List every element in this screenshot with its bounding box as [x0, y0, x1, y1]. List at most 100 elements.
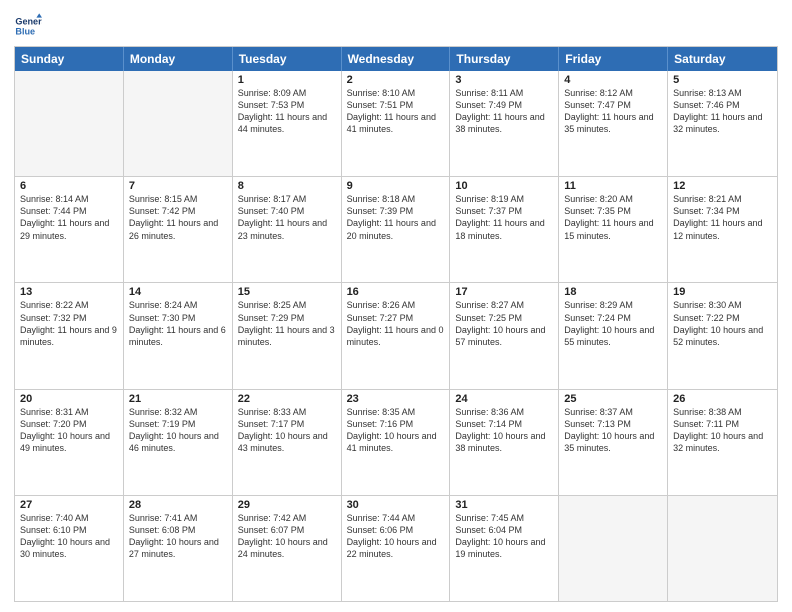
- calendar-cell: 14Sunrise: 8:24 AM Sunset: 7:30 PM Dayli…: [124, 283, 233, 388]
- day-number: 7: [129, 180, 227, 192]
- calendar-cell: 22Sunrise: 8:33 AM Sunset: 7:17 PM Dayli…: [233, 390, 342, 495]
- day-number: 3: [455, 74, 553, 86]
- logo: General Blue: [14, 12, 44, 40]
- day-number: 19: [673, 286, 772, 298]
- cell-content: Sunrise: 8:10 AM Sunset: 7:51 PM Dayligh…: [347, 87, 445, 136]
- day-header-monday: Monday: [124, 47, 233, 71]
- calendar-cell: [668, 496, 777, 601]
- calendar-week-3: 13Sunrise: 8:22 AM Sunset: 7:32 PM Dayli…: [15, 283, 777, 389]
- calendar-cell: 20Sunrise: 8:31 AM Sunset: 7:20 PM Dayli…: [15, 390, 124, 495]
- cell-content: Sunrise: 8:33 AM Sunset: 7:17 PM Dayligh…: [238, 406, 336, 455]
- cell-content: Sunrise: 8:22 AM Sunset: 7:32 PM Dayligh…: [20, 299, 118, 348]
- day-number: 14: [129, 286, 227, 298]
- day-number: 26: [673, 393, 772, 405]
- day-number: 31: [455, 499, 553, 511]
- cell-content: Sunrise: 8:09 AM Sunset: 7:53 PM Dayligh…: [238, 87, 336, 136]
- cell-content: Sunrise: 8:36 AM Sunset: 7:14 PM Dayligh…: [455, 406, 553, 455]
- calendar-cell: 9Sunrise: 8:18 AM Sunset: 7:39 PM Daylig…: [342, 177, 451, 282]
- day-number: 10: [455, 180, 553, 192]
- cell-content: Sunrise: 7:41 AM Sunset: 6:08 PM Dayligh…: [129, 512, 227, 561]
- calendar-cell: 8Sunrise: 8:17 AM Sunset: 7:40 PM Daylig…: [233, 177, 342, 282]
- cell-content: Sunrise: 7:40 AM Sunset: 6:10 PM Dayligh…: [20, 512, 118, 561]
- day-number: 29: [238, 499, 336, 511]
- day-number: 11: [564, 180, 662, 192]
- cell-content: Sunrise: 7:42 AM Sunset: 6:07 PM Dayligh…: [238, 512, 336, 561]
- calendar-cell: 30Sunrise: 7:44 AM Sunset: 6:06 PM Dayli…: [342, 496, 451, 601]
- day-header-tuesday: Tuesday: [233, 47, 342, 71]
- day-header-friday: Friday: [559, 47, 668, 71]
- calendar-cell: 3Sunrise: 8:11 AM Sunset: 7:49 PM Daylig…: [450, 71, 559, 176]
- cell-content: Sunrise: 8:11 AM Sunset: 7:49 PM Dayligh…: [455, 87, 553, 136]
- cell-content: Sunrise: 8:25 AM Sunset: 7:29 PM Dayligh…: [238, 299, 336, 348]
- calendar-cell: 13Sunrise: 8:22 AM Sunset: 7:32 PM Dayli…: [15, 283, 124, 388]
- day-header-sunday: Sunday: [15, 47, 124, 71]
- calendar-body: 1Sunrise: 8:09 AM Sunset: 7:53 PM Daylig…: [15, 71, 777, 601]
- calendar-cell: 5Sunrise: 8:13 AM Sunset: 7:46 PM Daylig…: [668, 71, 777, 176]
- cell-content: Sunrise: 8:19 AM Sunset: 7:37 PM Dayligh…: [455, 193, 553, 242]
- day-number: 17: [455, 286, 553, 298]
- cell-content: Sunrise: 8:15 AM Sunset: 7:42 PM Dayligh…: [129, 193, 227, 242]
- calendar-cell: [124, 71, 233, 176]
- day-header-wednesday: Wednesday: [342, 47, 451, 71]
- cell-content: Sunrise: 8:26 AM Sunset: 7:27 PM Dayligh…: [347, 299, 445, 348]
- cell-content: Sunrise: 8:29 AM Sunset: 7:24 PM Dayligh…: [564, 299, 662, 348]
- day-number: 25: [564, 393, 662, 405]
- day-number: 2: [347, 74, 445, 86]
- cell-content: Sunrise: 8:31 AM Sunset: 7:20 PM Dayligh…: [20, 406, 118, 455]
- day-number: 13: [20, 286, 118, 298]
- calendar-cell: 18Sunrise: 8:29 AM Sunset: 7:24 PM Dayli…: [559, 283, 668, 388]
- calendar-cell: 15Sunrise: 8:25 AM Sunset: 7:29 PM Dayli…: [233, 283, 342, 388]
- calendar-cell: 26Sunrise: 8:38 AM Sunset: 7:11 PM Dayli…: [668, 390, 777, 495]
- day-number: 16: [347, 286, 445, 298]
- calendar-cell: [15, 71, 124, 176]
- cell-content: Sunrise: 8:12 AM Sunset: 7:47 PM Dayligh…: [564, 87, 662, 136]
- logo-icon: General Blue: [14, 12, 42, 40]
- calendar-cell: 7Sunrise: 8:15 AM Sunset: 7:42 PM Daylig…: [124, 177, 233, 282]
- calendar-cell: 31Sunrise: 7:45 AM Sunset: 6:04 PM Dayli…: [450, 496, 559, 601]
- cell-content: Sunrise: 8:17 AM Sunset: 7:40 PM Dayligh…: [238, 193, 336, 242]
- day-number: 18: [564, 286, 662, 298]
- calendar-cell: 10Sunrise: 8:19 AM Sunset: 7:37 PM Dayli…: [450, 177, 559, 282]
- calendar-cell: 29Sunrise: 7:42 AM Sunset: 6:07 PM Dayli…: [233, 496, 342, 601]
- calendar-cell: 28Sunrise: 7:41 AM Sunset: 6:08 PM Dayli…: [124, 496, 233, 601]
- cell-content: Sunrise: 8:30 AM Sunset: 7:22 PM Dayligh…: [673, 299, 772, 348]
- day-number: 8: [238, 180, 336, 192]
- calendar-cell: 12Sunrise: 8:21 AM Sunset: 7:34 PM Dayli…: [668, 177, 777, 282]
- calendar-cell: 23Sunrise: 8:35 AM Sunset: 7:16 PM Dayli…: [342, 390, 451, 495]
- cell-content: Sunrise: 8:27 AM Sunset: 7:25 PM Dayligh…: [455, 299, 553, 348]
- header: General Blue: [14, 12, 778, 40]
- day-number: 5: [673, 74, 772, 86]
- day-number: 9: [347, 180, 445, 192]
- cell-content: Sunrise: 8:21 AM Sunset: 7:34 PM Dayligh…: [673, 193, 772, 242]
- cell-content: Sunrise: 8:24 AM Sunset: 7:30 PM Dayligh…: [129, 299, 227, 348]
- cell-content: Sunrise: 8:35 AM Sunset: 7:16 PM Dayligh…: [347, 406, 445, 455]
- day-number: 27: [20, 499, 118, 511]
- calendar-cell: 24Sunrise: 8:36 AM Sunset: 7:14 PM Dayli…: [450, 390, 559, 495]
- calendar-week-4: 20Sunrise: 8:31 AM Sunset: 7:20 PM Dayli…: [15, 390, 777, 496]
- calendar-cell: 25Sunrise: 8:37 AM Sunset: 7:13 PM Dayli…: [559, 390, 668, 495]
- day-header-thursday: Thursday: [450, 47, 559, 71]
- calendar-cell: 19Sunrise: 8:30 AM Sunset: 7:22 PM Dayli…: [668, 283, 777, 388]
- day-number: 4: [564, 74, 662, 86]
- calendar-week-2: 6Sunrise: 8:14 AM Sunset: 7:44 PM Daylig…: [15, 177, 777, 283]
- day-number: 21: [129, 393, 227, 405]
- day-number: 28: [129, 499, 227, 511]
- svg-text:General: General: [15, 17, 42, 27]
- day-header-saturday: Saturday: [668, 47, 777, 71]
- day-number: 30: [347, 499, 445, 511]
- cell-content: Sunrise: 8:37 AM Sunset: 7:13 PM Dayligh…: [564, 406, 662, 455]
- day-number: 22: [238, 393, 336, 405]
- day-number: 12: [673, 180, 772, 192]
- calendar-cell: 17Sunrise: 8:27 AM Sunset: 7:25 PM Dayli…: [450, 283, 559, 388]
- calendar-cell: 16Sunrise: 8:26 AM Sunset: 7:27 PM Dayli…: [342, 283, 451, 388]
- day-number: 15: [238, 286, 336, 298]
- calendar-cell: 4Sunrise: 8:12 AM Sunset: 7:47 PM Daylig…: [559, 71, 668, 176]
- svg-text:Blue: Blue: [15, 26, 35, 36]
- calendar-cell: 11Sunrise: 8:20 AM Sunset: 7:35 PM Dayli…: [559, 177, 668, 282]
- calendar-cell: 27Sunrise: 7:40 AM Sunset: 6:10 PM Dayli…: [15, 496, 124, 601]
- calendar-header: SundayMondayTuesdayWednesdayThursdayFrid…: [15, 47, 777, 71]
- calendar-cell: 1Sunrise: 8:09 AM Sunset: 7:53 PM Daylig…: [233, 71, 342, 176]
- cell-content: Sunrise: 7:45 AM Sunset: 6:04 PM Dayligh…: [455, 512, 553, 561]
- page: General Blue SundayMondayTuesdayWednesda…: [0, 0, 792, 612]
- calendar-week-5: 27Sunrise: 7:40 AM Sunset: 6:10 PM Dayli…: [15, 496, 777, 601]
